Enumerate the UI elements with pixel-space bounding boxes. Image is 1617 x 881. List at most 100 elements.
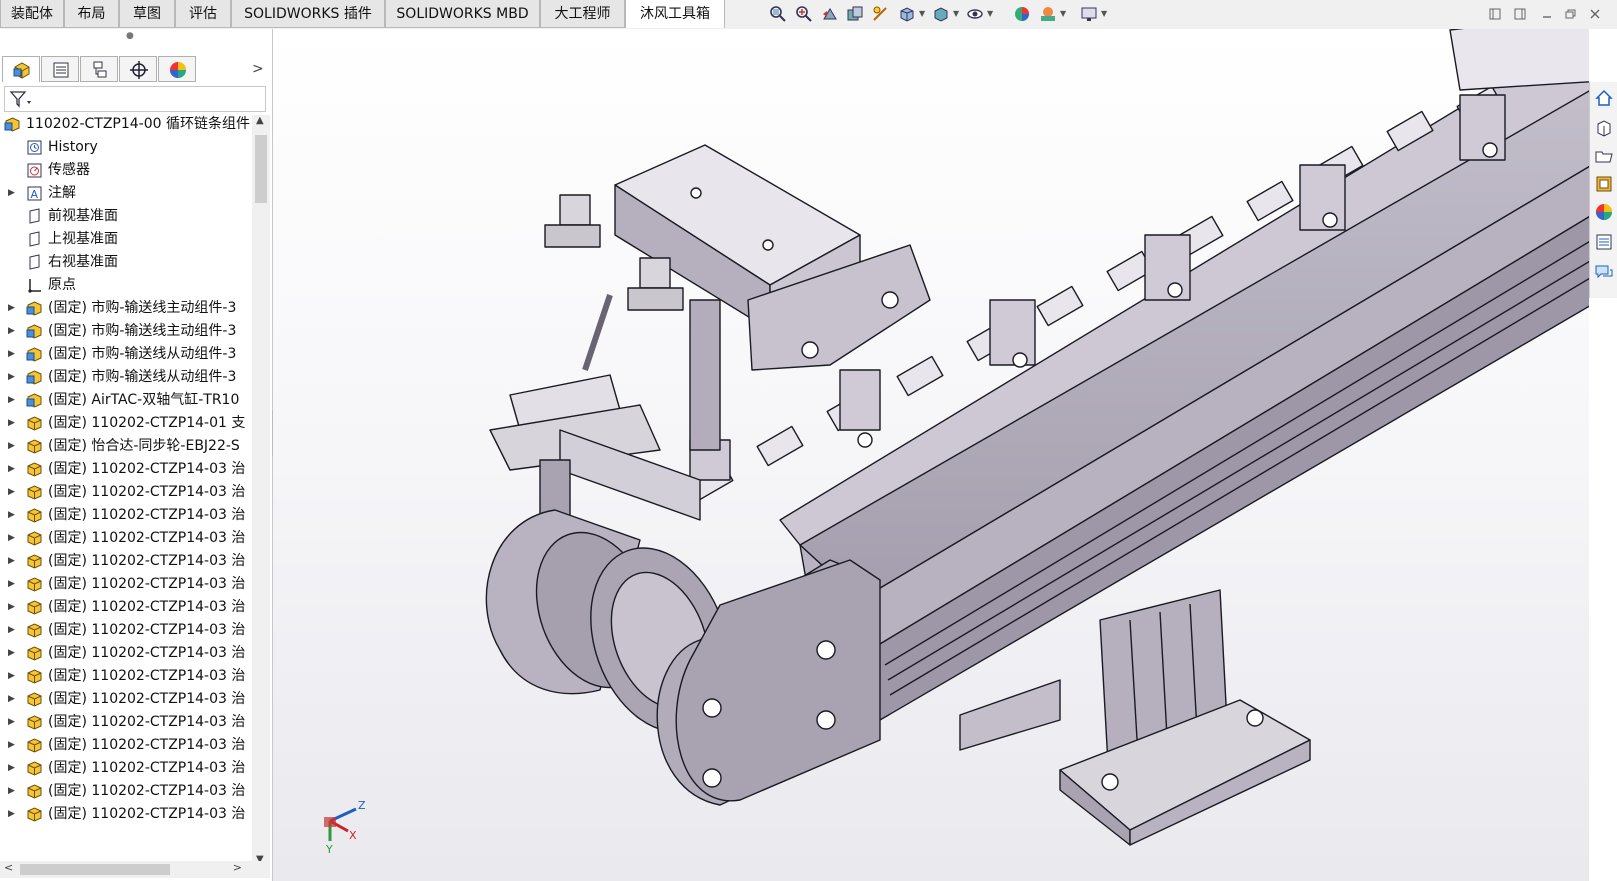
tree-item[interactable]: ▶ (固定) 110202-CTZP14-03 治	[0, 711, 252, 733]
filter-icon[interactable]	[9, 90, 33, 108]
expand-arrow-icon[interactable]: ▶	[8, 780, 15, 802]
tab-solidworks-addins[interactable]: SOLIDWORKS 插件	[231, 0, 385, 28]
scroll-left-icon[interactable]: <	[4, 861, 13, 874]
tab-layout[interactable]: 布局	[64, 0, 119, 28]
scroll-right-icon[interactable]: >	[233, 861, 242, 874]
appearances-icon[interactable]	[1594, 202, 1614, 222]
expand-arrow-icon[interactable]: ▶	[8, 757, 15, 779]
tree-root[interactable]: 110202-CTZP14-00 循环链条组件	[0, 113, 252, 135]
forum-icon[interactable]	[1594, 262, 1614, 282]
tree-item[interactable]: ▶ (固定) 110202-CTZP14-03 治	[0, 596, 252, 618]
tree-item[interactable]: History	[0, 136, 252, 158]
tab-da-gongchengshi[interactable]: 大工程师	[540, 0, 625, 28]
tab-feature-manager[interactable]	[2, 56, 40, 82]
expand-arrow-icon[interactable]: ▶	[8, 458, 15, 480]
section-view-icon[interactable]	[846, 5, 864, 23]
tree-vertical-scroll-thumb[interactable]	[255, 135, 267, 203]
scene-dropdown-icon[interactable]: ▼	[1060, 9, 1066, 18]
tab-property-manager[interactable]	[41, 56, 79, 82]
design-library-icon[interactable]	[1594, 118, 1614, 138]
tree-item[interactable]: ▶ (固定) 110202-CTZP14-03 治	[0, 734, 252, 756]
panel-grip-icon[interactable]: ●	[126, 31, 134, 41]
display-style-icon[interactable]	[932, 5, 950, 23]
expand-arrow-icon[interactable]: ▶	[8, 320, 15, 342]
expand-arrow-icon[interactable]: ▶	[8, 527, 15, 549]
tree-horizontal-scroll-thumb[interactable]	[20, 864, 170, 875]
tree-item[interactable]: 原点	[0, 274, 252, 296]
close-icon[interactable]	[1588, 7, 1602, 21]
expand-arrow-icon[interactable]: ▶	[8, 504, 15, 526]
tree-item[interactable]: ▶ (固定) 110202-CTZP14-03 治	[0, 780, 252, 802]
tab-display-manager[interactable]	[158, 56, 196, 82]
display-style-dropdown-icon[interactable]: ▼	[953, 9, 959, 18]
expand-arrow-icon[interactable]: ▶	[8, 596, 15, 618]
tab-dimxpert-manager[interactable]	[119, 56, 157, 82]
expand-arrow-icon[interactable]: ▶	[8, 182, 15, 204]
expand-arrow-icon[interactable]: ▶	[8, 435, 15, 457]
tab-evaluate[interactable]: 评估	[175, 0, 231, 28]
tree-item[interactable]: ▶ (固定) 110202-CTZP14-03 治	[0, 688, 252, 710]
tree-item[interactable]: ▶ (固定) 市购-输送线主动组件-3	[0, 297, 252, 319]
dynamic-annotation-icon[interactable]	[872, 5, 890, 23]
tree-item[interactable]: ▶ (固定) 怡合达-同步轮-EBJ22-S	[0, 435, 252, 457]
tree-filter-box[interactable]	[4, 86, 266, 112]
view-orientation-icon[interactable]	[898, 5, 916, 23]
expand-arrow-icon[interactable]: ▶	[8, 665, 15, 687]
tree-item[interactable]: 传感器	[0, 159, 252, 181]
zoom-to-fit-icon[interactable]	[769, 5, 787, 23]
zoom-area-icon[interactable]	[795, 5, 813, 23]
conveyor-model[interactable]	[273, 29, 1589, 881]
view-settings-icon[interactable]	[1080, 5, 1098, 23]
expand-arrow-icon[interactable]: ▶	[8, 573, 15, 595]
tree-vertical-scrollbar[interactable]: ▲ ▼	[252, 115, 270, 865]
expand-arrow-icon[interactable]: ▶	[8, 711, 15, 733]
panel-tabs-more-icon[interactable]: >	[252, 61, 264, 77]
tree-item[interactable]: ▶ (固定) AirTAC-双轴气缸-TR10	[0, 389, 252, 411]
tree-item[interactable]: ▶ (固定) 110202-CTZP14-03 治	[0, 481, 252, 503]
tree-item[interactable]: ▶ (固定) 市购-输送线主动组件-3	[0, 320, 252, 342]
tree-item[interactable]: 右视基准面	[0, 251, 252, 273]
view-orientation-dropdown-icon[interactable]: ▼	[919, 9, 925, 18]
view-palette-icon[interactable]	[1594, 174, 1614, 194]
home-icon[interactable]	[1594, 88, 1614, 108]
appearance-icon[interactable]	[1013, 5, 1031, 23]
expand-arrow-icon[interactable]: ▶	[8, 803, 15, 825]
tree-item[interactable]: ▶ (固定) 110202-CTZP14-03 治	[0, 619, 252, 641]
tree-item[interactable]: ▶ (固定) 110202-CTZP14-03 治	[0, 573, 252, 595]
expand-arrow-icon[interactable]: ▶	[8, 343, 15, 365]
expand-arrow-icon[interactable]: ▶	[8, 734, 15, 756]
custom-properties-icon[interactable]	[1594, 232, 1614, 252]
tab-sketch[interactable]: 草图	[119, 0, 175, 28]
expand-arrow-icon[interactable]: ▶	[8, 412, 15, 434]
tree-item[interactable]: ▶ (固定) 110202-CTZP14-03 治	[0, 527, 252, 549]
tree-item[interactable]: ▶ (固定) 110202-CTZP14-03 治	[0, 504, 252, 526]
tree-item[interactable]: ▶ (固定) 110202-CTZP14-03 治	[0, 550, 252, 572]
expand-arrow-icon[interactable]: ▶	[8, 619, 15, 641]
tree-item[interactable]: ▶ (固定) 110202-CTZP14-01 支	[0, 412, 252, 434]
expand-arrow-icon[interactable]: ▶	[8, 366, 15, 388]
restore-pane-icon[interactable]	[1488, 7, 1502, 21]
view-settings-dropdown-icon[interactable]: ▼	[1101, 9, 1107, 18]
expand-arrow-icon[interactable]: ▶	[8, 550, 15, 572]
previous-view-icon[interactable]	[821, 5, 839, 23]
tree-item[interactable]: 前视基准面	[0, 205, 252, 227]
tree-item[interactable]: ▶ (固定) 市购-输送线从动组件-3	[0, 343, 252, 365]
tree-item[interactable]: ▶ (固定) 110202-CTZP14-03 治	[0, 642, 252, 664]
graphics-area[interactable]: Z X Y	[273, 29, 1589, 881]
tree-item[interactable]: ▶ (固定) 市购-输送线从动组件-3	[0, 366, 252, 388]
tree-item[interactable]: ▶ (固定) 110202-CTZP14-03 治	[0, 757, 252, 779]
minimize-icon[interactable]	[1540, 7, 1554, 21]
tab-solidworks-mbd[interactable]: SOLIDWORKS MBD	[385, 0, 540, 28]
hide-show-dropdown-icon[interactable]: ▼	[987, 9, 993, 18]
tree-item[interactable]: ▶ (固定) 110202-CTZP14-03 治	[0, 665, 252, 687]
file-explorer-icon[interactable]	[1594, 146, 1614, 166]
expand-arrow-icon[interactable]: ▶	[8, 688, 15, 710]
hide-show-icon[interactable]	[966, 5, 984, 23]
scroll-up-icon[interactable]: ▲	[256, 115, 264, 126]
tab-configuration-manager[interactable]	[80, 56, 118, 82]
tree-item[interactable]: ▶ A 注解	[0, 182, 252, 204]
tree-item[interactable]: 上视基准面	[0, 228, 252, 250]
maximize-icon[interactable]	[1563, 7, 1577, 21]
tree-item[interactable]: ▶ (固定) 110202-CTZP14-03 治	[0, 803, 252, 825]
expand-arrow-icon[interactable]: ▶	[8, 389, 15, 411]
